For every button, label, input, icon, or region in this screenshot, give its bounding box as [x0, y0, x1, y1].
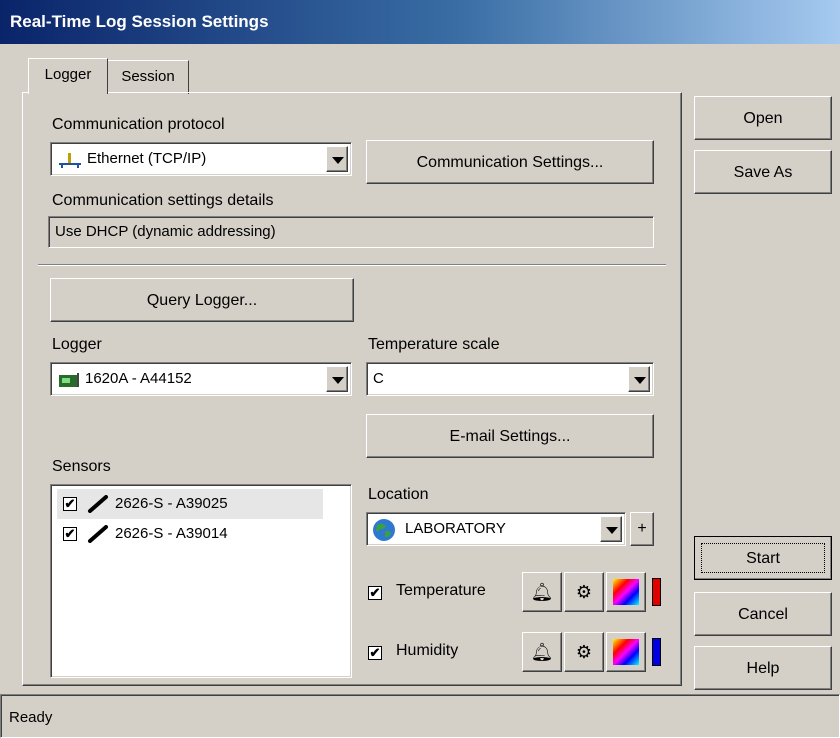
cancel-button[interactable]: Cancel	[694, 592, 832, 636]
communication-settings-label: Communication Settings...	[416, 154, 604, 171]
temperature-scale-dropdown-arrow[interactable]	[628, 366, 650, 392]
sensor-item[interactable]: ✔ 2626-S - A39014	[57, 519, 323, 549]
help-button[interactable]: Help	[694, 646, 832, 690]
save-as-button[interactable]: Save As	[694, 150, 832, 194]
gears-icon: ⚙	[575, 582, 593, 602]
temperature-settings-button[interactable]: ⚙	[564, 572, 604, 612]
probe-icon	[88, 495, 108, 513]
details-value: Use DHCP (dynamic addressing)	[55, 223, 276, 240]
humidity-color-swatch	[652, 638, 661, 666]
sensor-label: 2626-S - A39014	[115, 525, 228, 542]
globe-icon	[373, 519, 395, 541]
location-dropdown-arrow[interactable]	[600, 516, 622, 542]
save-as-label: Save As	[733, 164, 793, 181]
logger-device-icon	[59, 373, 79, 387]
protocol-label: Communication protocol	[52, 116, 225, 133]
email-settings-button[interactable]: E-mail Settings...	[366, 414, 654, 458]
help-label: Help	[746, 660, 780, 677]
temperature-scale-select[interactable]: C	[366, 362, 654, 396]
protocol-value: Ethernet (TCP/IP)	[87, 150, 207, 167]
color-palette-icon	[613, 639, 639, 665]
window-title: Real-Time Log Session Settings	[10, 12, 269, 31]
humidity-color-button[interactable]	[606, 632, 646, 672]
section-divider	[38, 264, 666, 266]
gears-icon: ⚙	[575, 642, 593, 662]
temperature-label: Temperature	[396, 582, 486, 599]
focus-rect	[701, 543, 825, 573]
logger-value: 1620A - A44152	[85, 370, 192, 387]
add-location-label: +	[637, 520, 647, 537]
add-location-button[interactable]: +	[630, 512, 654, 546]
logger-dropdown-arrow[interactable]	[326, 366, 348, 392]
probe-icon	[88, 525, 108, 543]
tab-session[interactable]: Session	[107, 60, 189, 94]
temperature-color-button[interactable]	[606, 572, 646, 612]
tab-logger-label: Logger	[44, 66, 92, 83]
temperature-color-swatch	[652, 578, 661, 606]
location-label: Location	[368, 486, 429, 503]
humidity-alarm-button[interactable]: 🔔︎	[522, 632, 562, 672]
tab-logger[interactable]: Logger	[28, 58, 108, 94]
humidity-label: Humidity	[396, 642, 459, 659]
temperature-scale-value: C	[373, 370, 384, 387]
query-logger-label: Query Logger...	[146, 292, 258, 309]
temperature-checkbox[interactable]: ✔	[368, 586, 382, 600]
logger-label: Logger	[52, 336, 102, 353]
query-logger-button[interactable]: Query Logger...	[50, 278, 354, 322]
details-field: Use DHCP (dynamic addressing)	[48, 216, 654, 248]
location-value: LABORATORY	[405, 520, 506, 537]
sensor-item[interactable]: ✔ 2626-S - A39025	[57, 489, 323, 519]
communication-settings-button[interactable]: Communication Settings...	[366, 140, 654, 184]
start-button[interactable]: Start	[694, 536, 832, 580]
open-button[interactable]: Open	[694, 96, 832, 140]
tab-session-label: Session	[121, 68, 175, 85]
network-icon	[59, 153, 81, 168]
status-bar: Ready	[0, 694, 840, 738]
sensor-label: 2626-S - A39025	[115, 495, 228, 512]
alarm-bell-icon: 🔔︎	[530, 582, 554, 602]
sensor-checkbox[interactable]: ✔	[63, 497, 77, 511]
temperature-scale-label: Temperature scale	[368, 336, 500, 353]
open-label: Open	[743, 110, 783, 127]
status-text: Ready	[9, 709, 53, 726]
color-palette-icon	[613, 579, 639, 605]
protocol-select[interactable]: Ethernet (TCP/IP)	[50, 142, 352, 176]
email-settings-label: E-mail Settings...	[449, 428, 571, 445]
temperature-alarm-button[interactable]: 🔔︎	[522, 572, 562, 612]
sensors-list[interactable]: ✔ 2626-S - A39025 ✔ 2626-S - A39014	[50, 484, 352, 678]
title-bar: Real-Time Log Session Settings	[0, 0, 840, 44]
humidity-settings-button[interactable]: ⚙	[564, 632, 604, 672]
alarm-bell-icon: 🔔︎	[530, 642, 554, 662]
details-label: Communication settings details	[52, 192, 274, 209]
cancel-label: Cancel	[738, 606, 788, 623]
logger-select[interactable]: 1620A - A44152	[50, 362, 352, 396]
location-select[interactable]: LABORATORY	[366, 512, 626, 546]
protocol-dropdown-arrow[interactable]	[326, 146, 348, 172]
sensors-label: Sensors	[52, 458, 111, 475]
humidity-checkbox[interactable]: ✔	[368, 646, 382, 660]
sensor-checkbox[interactable]: ✔	[63, 527, 77, 541]
